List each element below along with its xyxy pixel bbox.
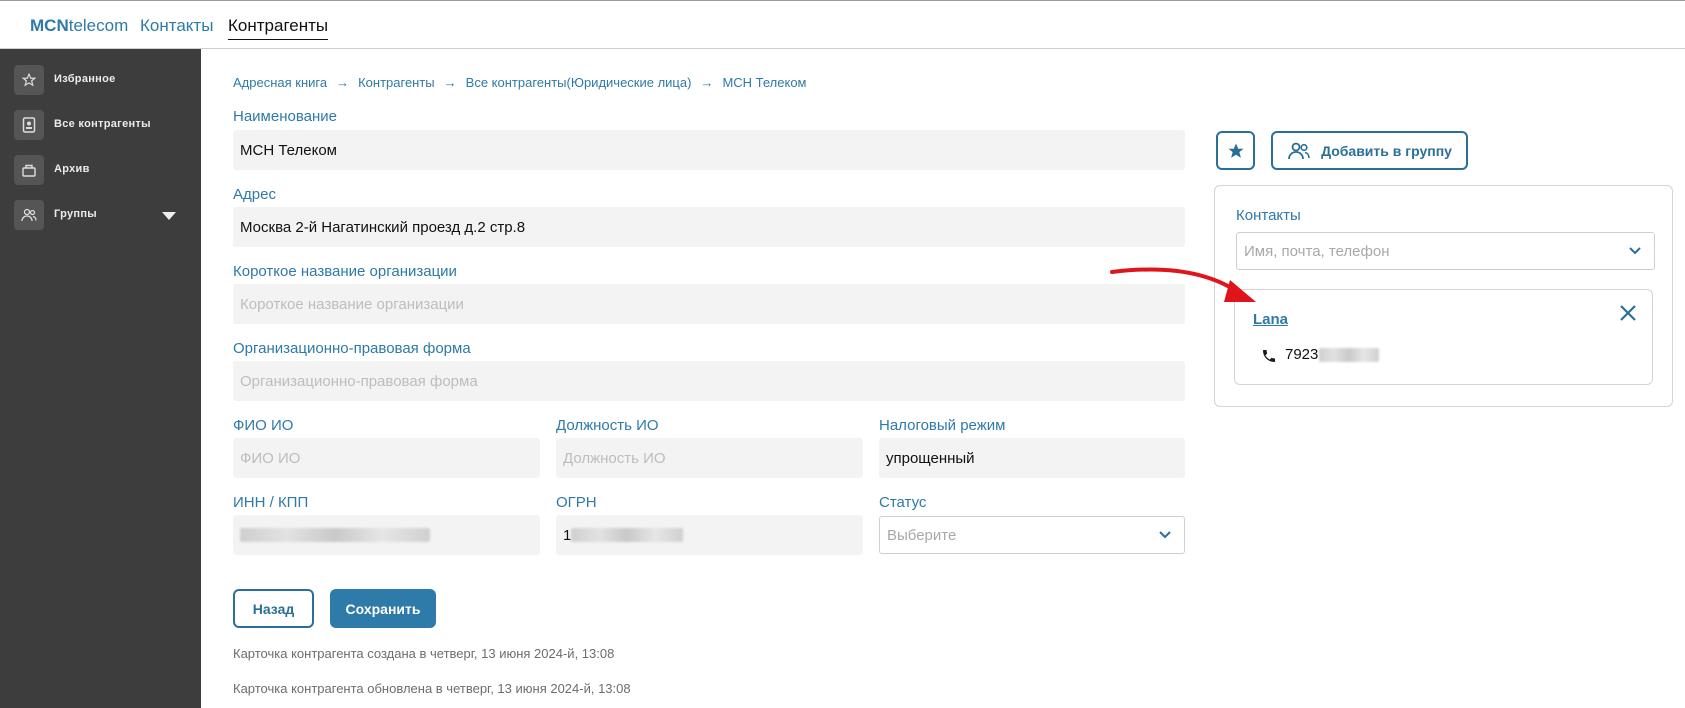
star-icon — [14, 65, 44, 95]
sidebar-item-label: Группы — [54, 208, 97, 220]
close-icon[interactable] — [1619, 304, 1637, 322]
breadcrumb-all-counterparties[interactable]: Все контрагенты(Юридические лица) — [466, 75, 692, 90]
breadcrumb-counterparties[interactable]: Контрагенты — [358, 75, 435, 90]
add-to-group-label: Добавить в группу — [1321, 142, 1452, 159]
status-select[interactable]: Выберите — [879, 516, 1185, 554]
breadcrumb-current: МСН Телеком — [722, 75, 807, 90]
archive-icon — [14, 155, 44, 185]
name-label: Наименование — [233, 108, 337, 125]
contacts-search-placeholder: Имя, почта, телефон — [1244, 242, 1390, 260]
sidebar: Избранное Все контрагенты Архив Группы — [0, 49, 201, 708]
favorite-button[interactable] — [1216, 131, 1255, 170]
inn-kpp-label: ИНН / КПП — [233, 494, 309, 511]
contacts-search-select[interactable]: Имя, почта, телефон — [1236, 232, 1655, 270]
contact-card-icon — [14, 110, 44, 140]
status-label: Статус — [879, 494, 927, 511]
phone-icon — [1263, 350, 1275, 362]
star-icon — [1228, 143, 1243, 158]
address-field[interactable]: Москва 2-й Нагатинский проезд д.2 стр.8 — [233, 207, 1185, 247]
contact-phone-prefix: 7923 — [1285, 346, 1319, 363]
director-name-label: ФИО ИО — [233, 417, 294, 434]
director-name-field[interactable]: ФИО ИО — [233, 438, 540, 478]
tax-regime-label: Налоговый режим — [879, 417, 1006, 434]
redacted-value — [1319, 347, 1380, 362]
sidebar-item-label: Архив — [54, 163, 90, 175]
contact-card — [1234, 289, 1653, 385]
director-position-label: Должность ИО — [556, 417, 659, 434]
ogrn-field[interactable]: 1 — [556, 515, 863, 555]
director-position-field[interactable]: Должность ИО — [556, 438, 863, 478]
chevron-down-icon — [1629, 247, 1641, 255]
back-button[interactable]: Назад — [233, 589, 314, 628]
breadcrumb-address-book[interactable]: Адресная книга — [233, 75, 327, 90]
tax-regime-field[interactable]: упрощенный — [879, 438, 1185, 478]
arrow-right-icon: → — [443, 75, 457, 90]
short-name-label: Короткое название организации — [233, 263, 457, 280]
group-icon — [14, 200, 44, 230]
contact-phone: 7923 — [1285, 346, 1380, 363]
top-bar: MCNtelecom Контакты Контрагенты — [0, 0, 1685, 49]
name-field[interactable]: МСН Телеком — [233, 130, 1185, 170]
redacted-value — [571, 528, 684, 542]
chevron-down-icon — [1159, 531, 1171, 539]
sidebar-item-groups[interactable]: Группы — [14, 200, 194, 230]
sidebar-item-label: Все контрагенты — [54, 118, 151, 130]
ogrn-prefix: 1 — [563, 526, 572, 544]
ogrn-label: ОГРН — [556, 494, 597, 511]
arrow-right-icon: → — [336, 75, 350, 90]
legal-form-label: Организационно-правовая форма — [233, 340, 471, 357]
breadcrumb: Адресная книга → Контрагенты → Все контр… — [233, 75, 806, 90]
contact-name-link[interactable]: Lana — [1253, 311, 1288, 328]
nav-counterparties[interactable]: Контрагенты — [228, 16, 329, 40]
legal-form-field[interactable]: Организационно-правовая форма — [233, 361, 1185, 401]
sidebar-item-archive[interactable]: Архив — [14, 155, 194, 185]
group-icon — [1288, 142, 1310, 159]
annotation-arrow-icon — [1110, 267, 1256, 302]
contacts-label: Контакты — [1236, 207, 1301, 224]
sidebar-item-all-counterparties[interactable]: Все контрагенты — [14, 110, 194, 140]
nav-contacts[interactable]: Контакты — [140, 16, 213, 36]
chevron-down-icon[interactable] — [162, 212, 176, 220]
sidebar-item-label: Избранное — [54, 73, 116, 85]
redacted-value — [240, 528, 430, 542]
save-button[interactable]: Сохранить — [330, 589, 436, 628]
created-info: Карточка контрагента создана в четверг, … — [233, 646, 615, 661]
inn-kpp-field[interactable] — [233, 515, 540, 555]
logo[interactable]: MCNtelecom — [30, 16, 128, 36]
sidebar-item-favorites[interactable]: Избранное — [14, 65, 194, 95]
status-placeholder: Выберите — [887, 526, 957, 544]
updated-info: Карточка контрагента обновлена в четверг… — [233, 681, 631, 696]
add-to-group-button[interactable]: Добавить в группу — [1271, 131, 1468, 170]
address-label: Адрес — [233, 186, 276, 203]
short-name-field[interactable]: Короткое название организации — [233, 284, 1185, 324]
arrow-right-icon: → — [700, 75, 714, 90]
